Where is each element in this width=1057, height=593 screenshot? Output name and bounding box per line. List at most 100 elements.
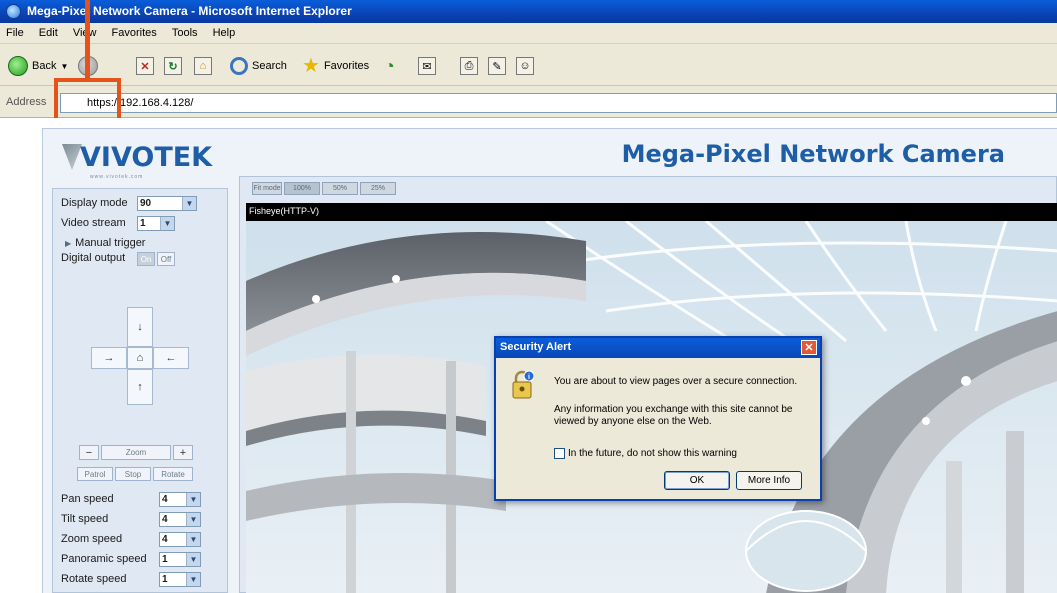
zoom-speed-row: Zoom speed xyxy=(61,533,122,545)
rotate-speed-row: Rotate speed xyxy=(61,573,126,585)
chevron-down-icon: ▼ xyxy=(186,573,200,586)
ok-button[interactable]: OK xyxy=(664,471,730,490)
pan-speed-row: Pan speed xyxy=(61,493,114,505)
menu-favorites[interactable]: Favorites xyxy=(106,23,163,43)
vivotek-logo: VIVOTEK www.vivotek.com xyxy=(62,140,222,180)
arrow-right-icon: ← xyxy=(165,352,177,364)
display-mode-select[interactable]: 90 ▼ xyxy=(137,196,197,211)
tilt-down-button[interactable]: ↑ xyxy=(127,369,153,405)
patrol-button[interactable]: Patrol xyxy=(77,467,113,481)
tilt-speed-select[interactable]: 4 ▼ xyxy=(159,512,201,527)
address-input[interactable]: https://192.168.4.128/ xyxy=(60,93,1057,113)
manual-trigger-toggle[interactable]: ▶ Manual trigger xyxy=(65,237,145,249)
logo-mark-icon xyxy=(62,144,82,170)
search-button[interactable]: Search xyxy=(230,54,287,78)
refresh-button[interactable]: ↻ xyxy=(164,54,182,78)
chevron-down-icon: ▼ xyxy=(186,493,200,506)
digital-output-on-button[interactable]: On xyxy=(137,252,155,266)
video-stream-row: Video stream xyxy=(61,217,126,229)
display-mode-value: 90 xyxy=(140,198,152,209)
menu-edit[interactable]: Edit xyxy=(33,23,64,43)
rotate-speed-label: Rotate speed xyxy=(61,573,127,585)
menu-tools[interactable]: Tools xyxy=(166,23,204,43)
digital-output-row: Digital output xyxy=(61,252,125,264)
tab-50[interactable]: 50% xyxy=(322,182,358,195)
dialog-title: Security Alert xyxy=(496,338,820,358)
panoramic-speed-value: 1 xyxy=(162,554,168,565)
history-button[interactable]: ◔ xyxy=(384,54,395,78)
edit-button[interactable]: ✎ xyxy=(488,54,506,78)
tab-fit-mode[interactable]: Fit mode xyxy=(252,182,282,195)
display-mode-label: Display mode xyxy=(61,197,128,209)
window-title: Mega-Pixel Network Camera - Microsoft In… xyxy=(27,4,352,18)
pan-speed-label: Pan speed xyxy=(61,493,114,505)
chevron-down-icon: ▼ xyxy=(182,197,196,210)
home-icon: ⌂ xyxy=(136,352,144,364)
pan-speed-select[interactable]: 4 ▼ xyxy=(159,492,201,507)
favorites-label: Favorites xyxy=(323,60,370,72)
do-not-show-checkbox[interactable]: In the future, do not show this warning xyxy=(554,448,737,459)
chevron-down-icon: ▼ xyxy=(186,533,200,546)
display-mode-row: Display mode xyxy=(61,197,128,209)
menu-bar: File Edit View Favorites Tools Help xyxy=(0,23,1057,44)
zoom-speed-select[interactable]: 4 ▼ xyxy=(159,532,201,547)
tilt-speed-row: Tilt speed xyxy=(61,513,108,525)
zoom-in-button[interactable]: + xyxy=(173,445,193,460)
print-button[interactable]: ⎙ xyxy=(460,54,478,78)
checkbox-box[interactable] xyxy=(554,448,565,459)
zoom-speed-label: Zoom speed xyxy=(61,533,123,545)
favorites-button[interactable]: ★ Favorites xyxy=(302,54,369,78)
triangle-right-icon: ▶ xyxy=(65,238,72,248)
menu-help[interactable]: Help xyxy=(207,23,242,43)
search-icon xyxy=(230,57,248,75)
pan-speed-value: 4 xyxy=(162,494,168,505)
pan-right-button[interactable]: ← xyxy=(153,347,189,369)
edit-icon: ✎ xyxy=(488,57,506,75)
stop-button[interactable]: ✕ xyxy=(136,54,154,78)
panoramic-speed-select[interactable]: 1 ▼ xyxy=(159,552,201,567)
tilt-speed-value: 4 xyxy=(162,514,168,525)
more-info-button[interactable]: More Info xyxy=(736,471,802,490)
toolbar: Back ▼ ✕ ↻ ⌂ Search ★ Favorites ◔ ✉ ⎙ ✎ … xyxy=(0,44,1057,86)
arrow-left-icon: → xyxy=(103,352,115,364)
digital-output-label: Digital output xyxy=(61,252,126,264)
menu-file[interactable]: File xyxy=(0,23,30,43)
dialog-message-2: Any information you exchange with this s… xyxy=(554,404,793,427)
back-button[interactable]: Back ▼ xyxy=(8,54,68,78)
checkbox-label: In the future, do not show this warning xyxy=(568,448,737,459)
address-label: Address xyxy=(6,96,47,108)
pan-left-button[interactable]: → xyxy=(91,347,127,369)
refresh-icon: ↻ xyxy=(164,57,182,75)
ptz-home-button[interactable]: ⌂ xyxy=(127,347,153,369)
digital-output-off-button[interactable]: Off xyxy=(157,252,175,266)
chevron-down-icon: ▼ xyxy=(160,217,174,230)
rotate-speed-select[interactable]: 1 ▼ xyxy=(159,572,201,587)
home-button[interactable]: ⌂ xyxy=(194,54,212,78)
chevron-down-icon: ▼ xyxy=(186,513,200,526)
video-stream-value: 1 xyxy=(140,218,146,229)
history-icon: ◔ xyxy=(384,56,395,76)
zoom-out-button[interactable]: − xyxy=(79,445,99,460)
rotate-speed-value: 1 xyxy=(162,574,168,585)
rotate-button[interactable]: Rotate xyxy=(153,467,193,481)
tab-100[interactable]: 100% xyxy=(284,182,320,195)
annotation-pointer-line xyxy=(85,0,90,80)
messenger-button[interactable]: ☺ xyxy=(516,54,534,78)
arrow-down-icon: ↑ xyxy=(137,381,143,393)
tab-25[interactable]: 25% xyxy=(360,182,396,195)
arrow-up-icon: ↓ xyxy=(137,321,143,333)
title-bar: Mega-Pixel Network Camera - Microsoft In… xyxy=(0,0,1057,23)
page-title: Mega-Pixel Network Camera xyxy=(621,140,1005,168)
close-icon[interactable]: ✕ xyxy=(801,340,817,355)
view-size-tabs: Fit mode 100% 50% 25% xyxy=(252,182,396,195)
panoramic-speed-row: Panoramic speed xyxy=(61,553,147,565)
stop-button[interactable]: Stop xyxy=(115,467,151,481)
chevron-down-icon: ▼ xyxy=(60,61,69,71)
video-stream-select[interactable]: 1 ▼ xyxy=(137,216,175,231)
tilt-up-button[interactable]: ↓ xyxy=(127,307,153,347)
mail-button[interactable]: ✉ xyxy=(418,54,436,78)
print-icon: ⎙ xyxy=(460,57,478,75)
lock-icon: i xyxy=(512,370,534,399)
home-icon: ⌂ xyxy=(194,57,212,75)
panoramic-speed-label: Panoramic speed xyxy=(61,553,147,565)
